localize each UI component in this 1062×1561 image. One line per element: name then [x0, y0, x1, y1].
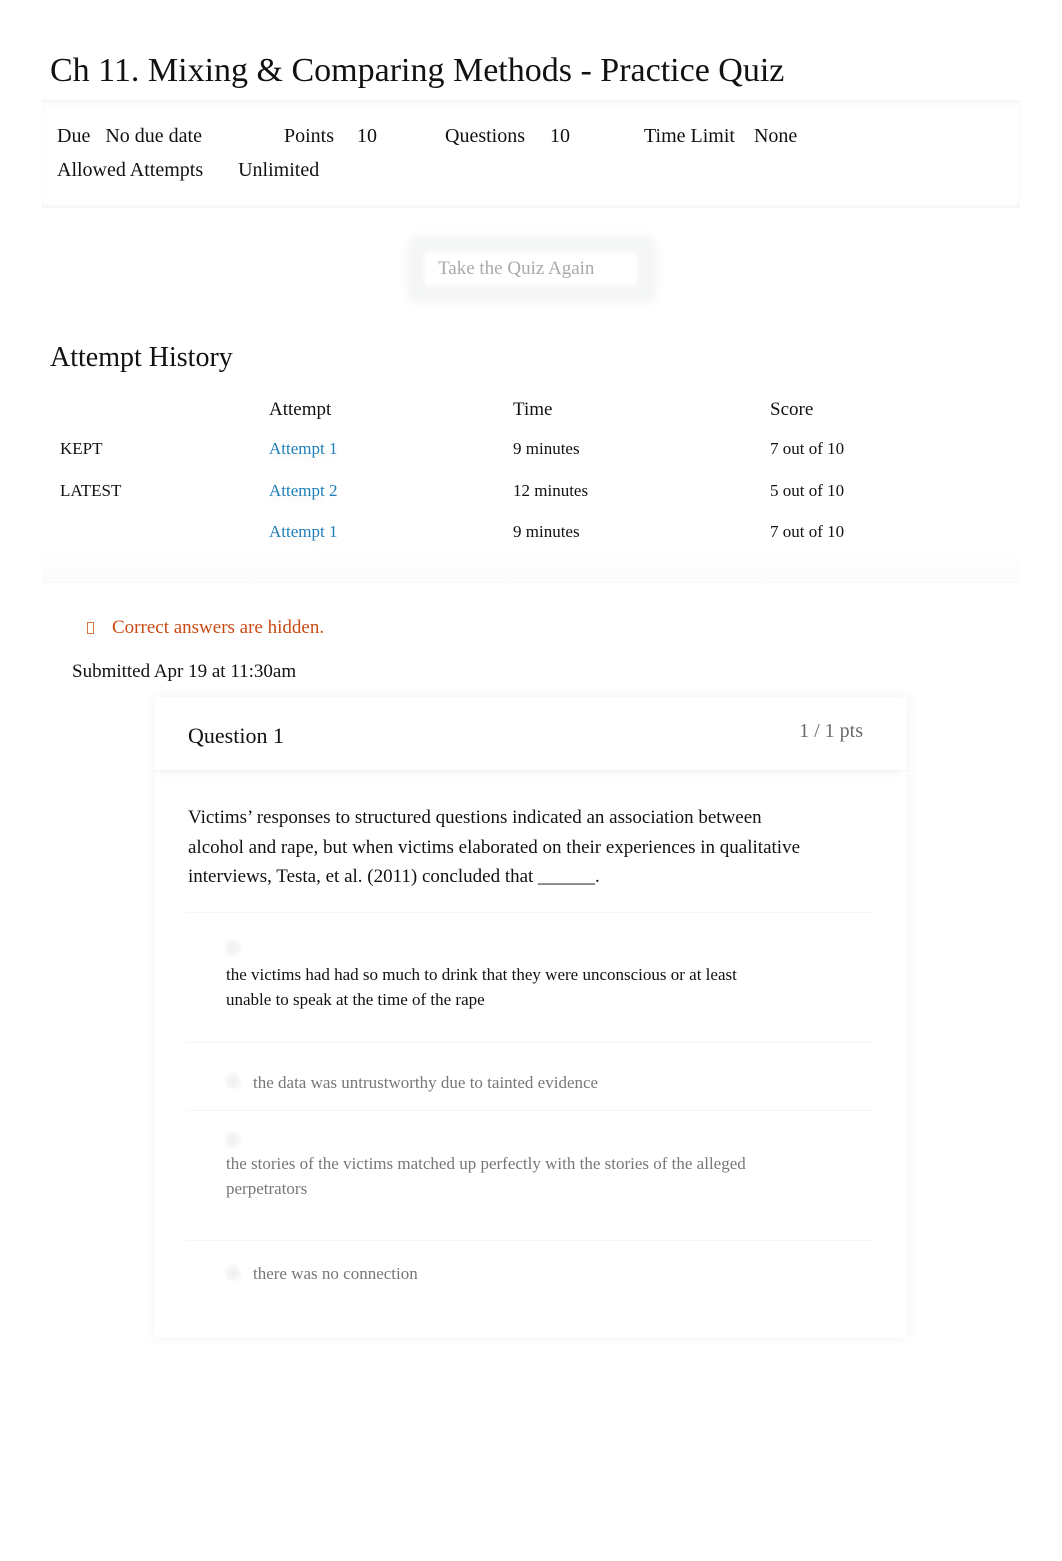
radio-selected-icon[interactable]: [224, 939, 242, 957]
question-text: Victims’ responses to structured questio…: [188, 807, 800, 887]
questions-label: Questions: [445, 125, 525, 147]
table-row: Attempt 1 9 minutes 7 out of 10: [42, 522, 1020, 562]
attempt-time: 9 minutes: [513, 522, 580, 541]
attempt-link[interactable]: Attempt 1: [269, 522, 337, 542]
points-value: 10: [357, 125, 378, 147]
answer-option[interactable]: the stories of the victims matched up pe…: [185, 1110, 875, 1240]
table-row: KEPT Attempt 1 9 minutes 7 out of 10: [42, 439, 1020, 479]
attempt-score: 7 out of 10: [770, 439, 845, 458]
quiz-details: Due No due date Points 10 Questions 10 T…: [42, 100, 1020, 208]
notice-text: Correct answers are hidden.: [112, 617, 325, 638]
time-limit-info: Time Limit None: [644, 125, 797, 148]
attempt-history-title: Attempt History: [50, 342, 233, 373]
due-label: Due: [57, 125, 91, 147]
allowed-attempts-info: Allowed Attempts Unlimited: [57, 159, 319, 182]
answer-text: there was no connection: [253, 1264, 418, 1283]
column-header-time: Time: [513, 399, 553, 420]
radio-icon[interactable]: [224, 1264, 242, 1282]
answer-text: the data was untrustworthy due to tainte…: [253, 1073, 599, 1092]
answer-option[interactable]: the data was untrustworthy due to tainte…: [185, 1042, 875, 1102]
attempt-time: 9 minutes: [513, 439, 580, 458]
attempt-link[interactable]: Attempt 1: [269, 439, 337, 459]
questions-value: 10: [550, 125, 570, 147]
table-header: Attempt Time Score: [42, 395, 1020, 433]
answer-text: the stories of the victims matched up pe…: [226, 1154, 746, 1198]
allowed-attempts-label: Allowed Attempts: [57, 159, 204, 181]
points-label: Points: [284, 125, 335, 147]
attempt-time: 12 minutes: [513, 481, 589, 500]
points-info: Points 10: [284, 125, 377, 148]
table-body: KEPT Attempt 1 9 minutes 7 out of 10 LAT…: [42, 433, 1020, 583]
table-row: LATEST Attempt 2 12 minutes 5 out of 10: [42, 481, 1020, 521]
allowed-attempts-value: Unlimited: [238, 159, 320, 181]
column-header-score: Score: [770, 399, 814, 420]
radio-icon[interactable]: [224, 1131, 242, 1149]
attempt-score: 5 out of 10: [770, 481, 845, 500]
question-name: Question 1: [188, 723, 284, 748]
due-info: Due No due date: [57, 125, 202, 148]
attempt-history-table: Attempt Time Score KEPT Attempt 1 9 minu…: [42, 395, 1020, 585]
column-header-attempt: Attempt: [269, 399, 332, 420]
attempt-score: 7 out of 10: [770, 522, 845, 541]
time-limit-value: None: [753, 125, 798, 147]
submission-time: Submitted Apr 19 at 11:30am: [72, 661, 297, 682]
question-points: 1 / 1 pts: [799, 720, 863, 742]
page-title: Ch 11. Mixing & Comparing Methods - Prac…: [50, 52, 785, 89]
info-icon: [87, 622, 94, 634]
take-quiz-again-button[interactable]: Take the Quiz Again: [426, 254, 636, 284]
question-header: Question 1 1 / 1 pts: [155, 697, 907, 771]
question-card: Question 1 1 / 1 pts Victims’ responses …: [155, 697, 907, 1337]
take-quiz-again-container: Take the Quiz Again: [412, 240, 652, 298]
radio-icon[interactable]: [224, 1072, 242, 1090]
correct-answers-hidden-notice: Correct answers are hidden.: [84, 617, 324, 639]
answer-text: the victims had had so much to drink tha…: [226, 965, 737, 1009]
answer-option[interactable]: the victims had had so much to drink tha…: [185, 912, 875, 1042]
questions-info: Questions 10: [445, 125, 570, 148]
answer-option[interactable]: there was no connection: [185, 1240, 875, 1320]
attempt-status: KEPT: [60, 439, 103, 458]
attempt-link[interactable]: Attempt 2: [269, 481, 337, 501]
time-limit-label: Time Limit: [644, 125, 735, 147]
attempt-status: LATEST: [60, 481, 122, 500]
due-value: No due date: [105, 125, 202, 147]
